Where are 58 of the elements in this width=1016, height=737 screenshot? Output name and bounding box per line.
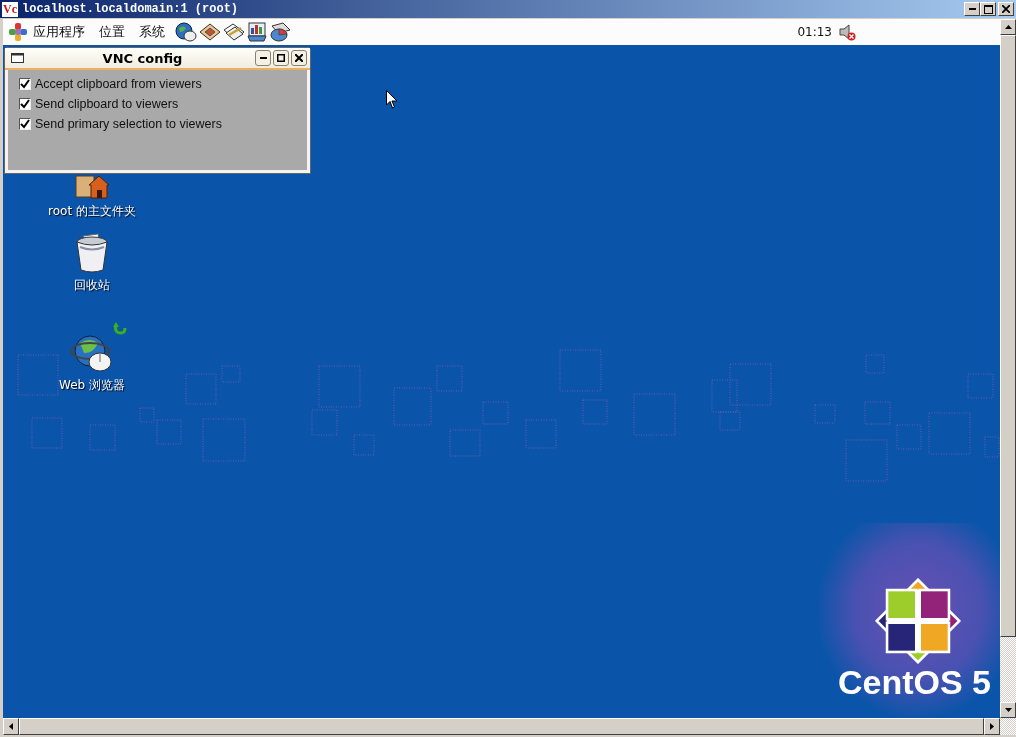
close-icon	[1002, 5, 1010, 13]
window-title: localhost.localdomain:1 (root)	[22, 2, 240, 16]
scroll-down-button[interactable]	[1000, 702, 1016, 718]
scroll-up-button[interactable]	[1000, 19, 1016, 35]
pinwheel-icon	[9, 23, 27, 41]
clock[interactable]: 01:13	[797, 25, 832, 39]
checkbox[interactable]	[19, 78, 31, 90]
checkbox-label[interactable]: Send clipboard to viewers	[35, 97, 179, 111]
maximize-button[interactable]	[273, 50, 289, 66]
volume-button[interactable]	[839, 23, 856, 41]
envelope-icon	[199, 23, 221, 41]
pie-chart-icon	[269, 22, 291, 42]
panel-menu[interactable]: 系统	[139, 23, 165, 41]
launcher-button[interactable]	[199, 22, 221, 42]
panel-menu[interactable]: 应用程序	[33, 23, 85, 41]
scrollbar-thumb[interactable]	[19, 718, 984, 735]
scrollbar-thumb[interactable]	[1000, 35, 1016, 637]
house-folder-icon[interactable]	[74, 173, 110, 199]
globe-mouse-icon	[175, 22, 197, 42]
up-arrow-icon	[1004, 25, 1012, 29]
scroll-right-button[interactable]	[984, 718, 1000, 735]
trash-can-icon[interactable]	[75, 233, 109, 273]
launcher-button[interactable]	[223, 22, 245, 42]
dialog-title: VNC config	[101, 50, 184, 66]
checkbox[interactable]	[19, 118, 31, 130]
minimize-icon	[968, 8, 976, 10]
checkbox-label[interactable]: Accept clipboard from viewers	[35, 77, 202, 91]
minimize-button[interactable]	[255, 50, 271, 66]
minimize-icon	[259, 57, 267, 59]
panel-menu[interactable]: 位置	[99, 23, 125, 41]
close-button[interactable]	[291, 50, 307, 66]
speaker-muted-icon	[839, 23, 856, 41]
desktop-icon-label[interactable]: Web 浏览器	[59, 377, 125, 394]
checkbox[interactable]	[19, 98, 31, 110]
down-arrow-icon	[1004, 708, 1012, 712]
document-pencil-icon	[223, 22, 245, 42]
app-logo: Vc	[2, 1, 18, 17]
launcher-button[interactable]	[269, 22, 291, 42]
screen-chart-icon	[247, 22, 267, 42]
checkbox-label[interactable]: Send primary selection to viewers	[35, 117, 222, 131]
close-icon	[295, 54, 303, 62]
main-menu-button[interactable]	[9, 23, 27, 41]
left-arrow-icon	[9, 723, 13, 730]
logo-text: CentOS 5	[838, 665, 992, 699]
right-arrow-icon	[990, 723, 994, 730]
desktop-icon-label[interactable]: root 的主文件夹	[48, 203, 136, 220]
desktop-icon-label[interactable]: 回收站	[74, 277, 110, 294]
scrollbar-corner	[1000, 718, 1016, 735]
logo-emblem-icon	[875, 578, 961, 664]
globe-mouse-icon[interactable]	[70, 333, 114, 373]
launcher-button[interactable]	[247, 22, 267, 42]
curved-arrow-icon	[113, 322, 127, 336]
maximize-icon	[983, 4, 993, 14]
scroll-left-button[interactable]	[3, 718, 19, 735]
window-icon	[11, 53, 24, 63]
mouse-pointer-icon	[386, 90, 398, 109]
launcher-button[interactable]	[175, 22, 197, 42]
maximize-icon	[277, 54, 285, 62]
